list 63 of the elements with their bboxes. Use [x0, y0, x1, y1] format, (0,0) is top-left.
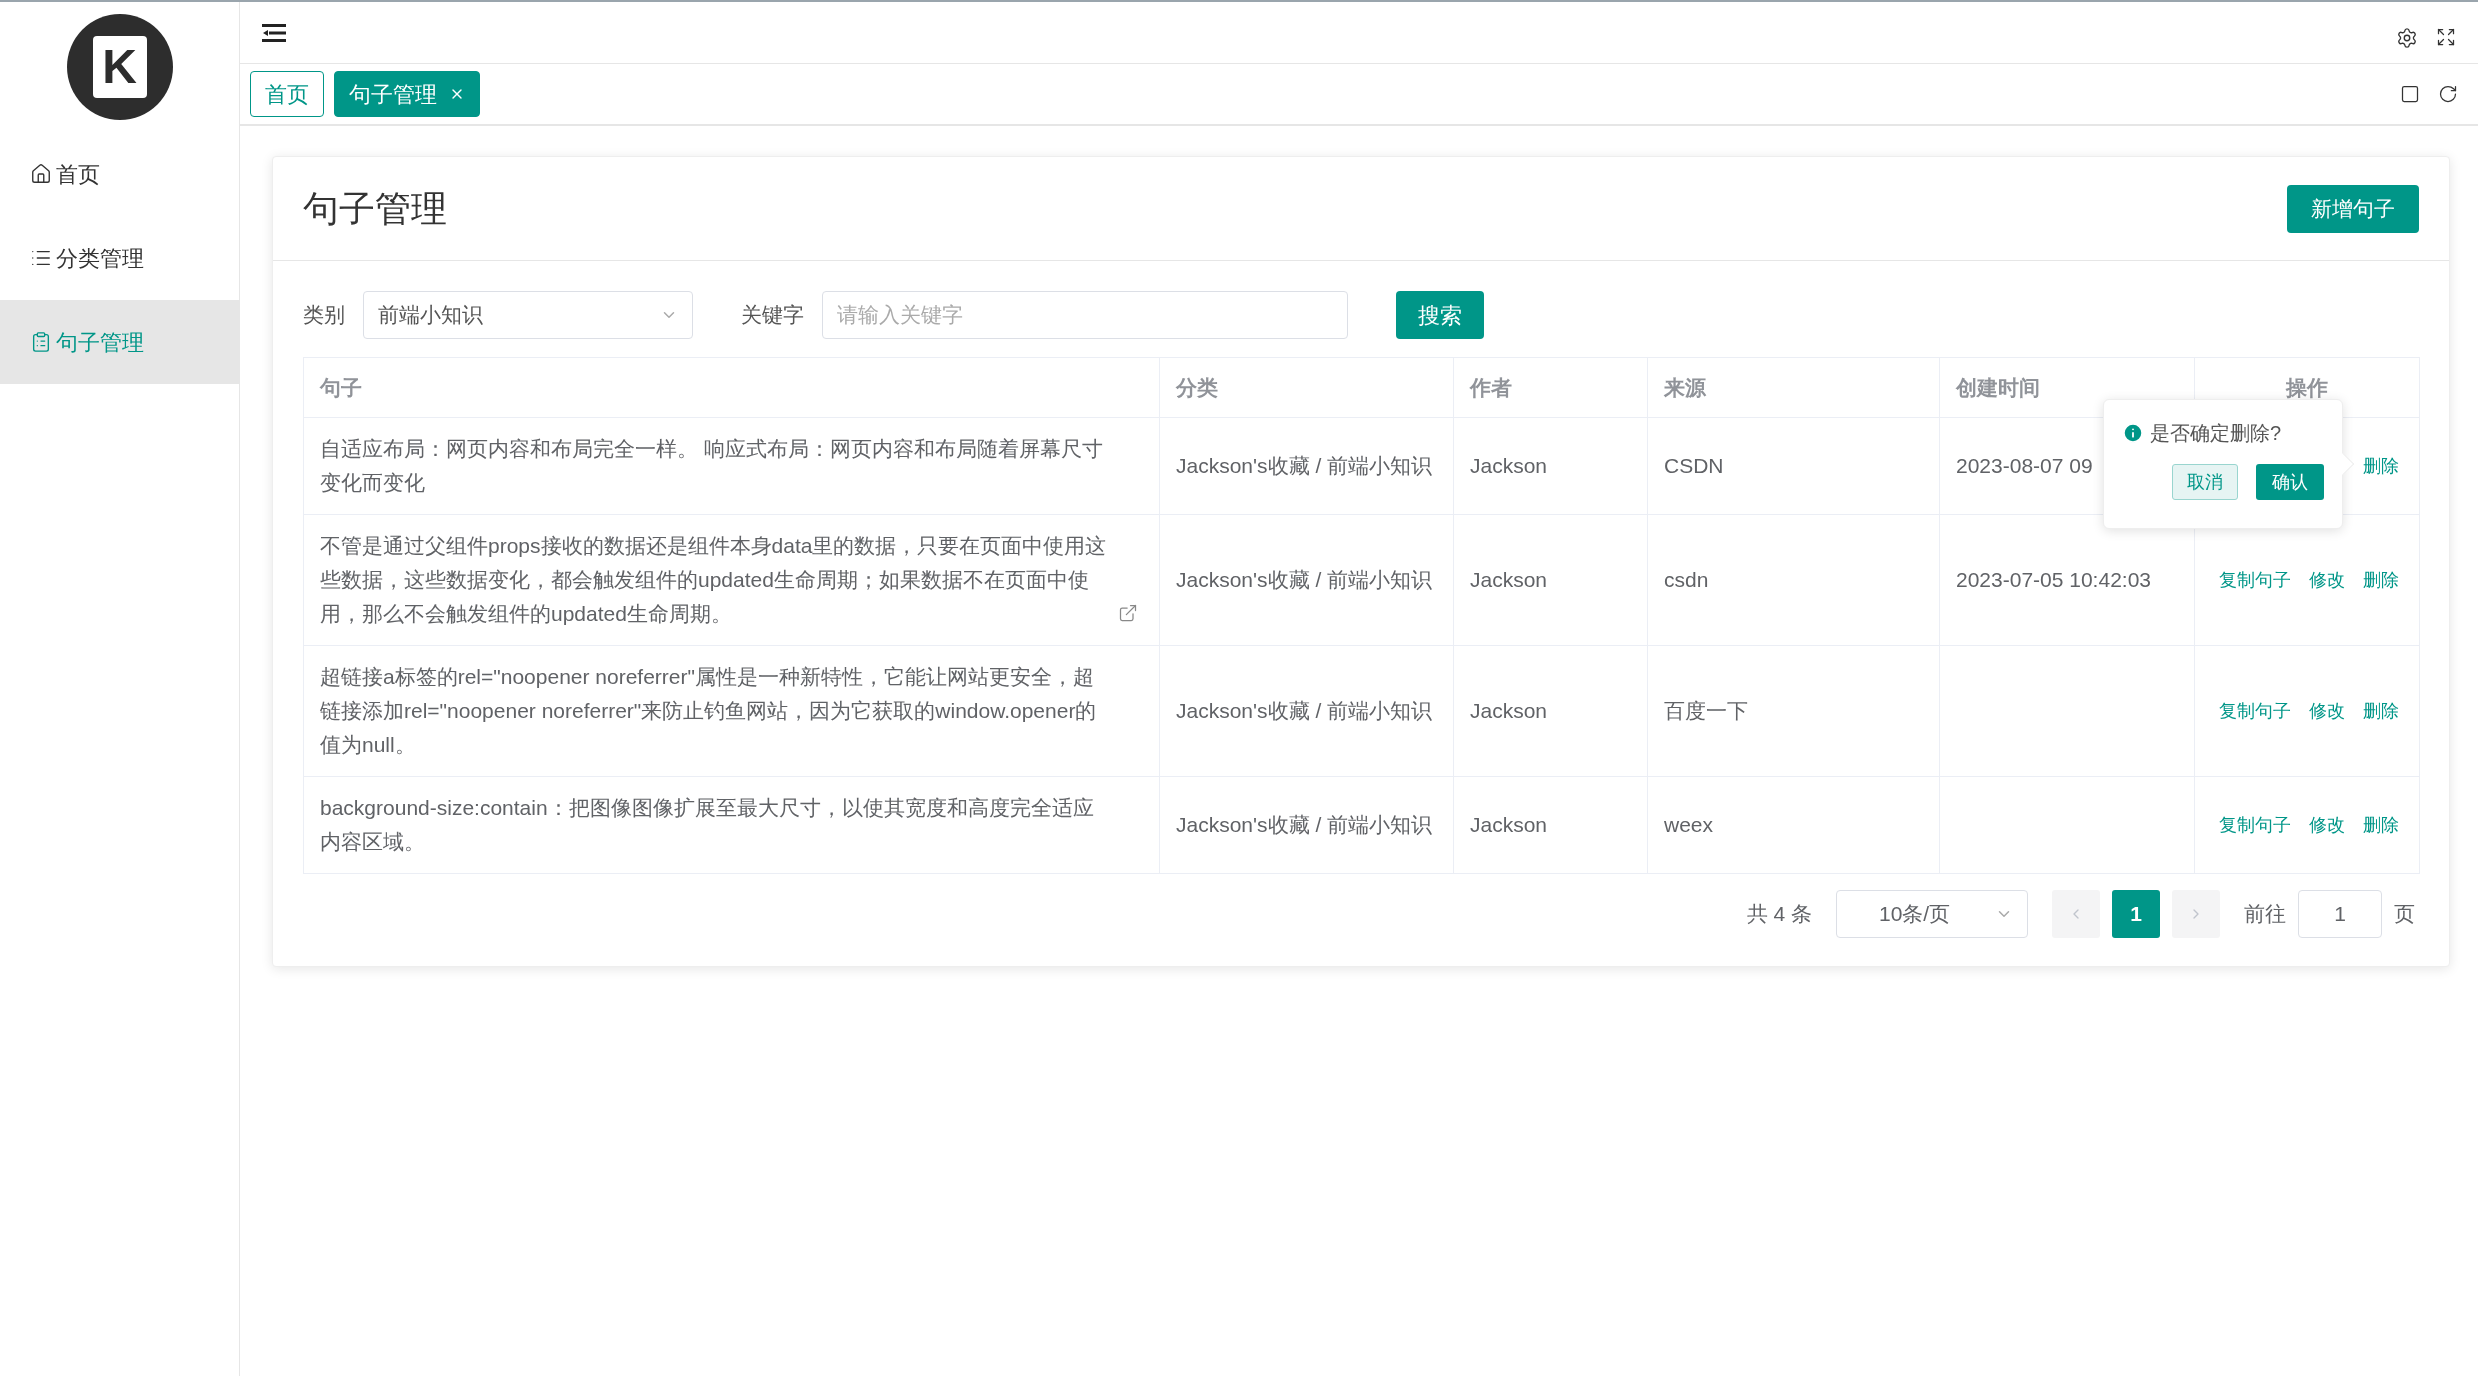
- author-text: Jackson: [1470, 699, 1548, 723]
- action-link[interactable]: 修改: [2309, 697, 2345, 725]
- action-link[interactable]: 复制句子: [2219, 697, 2291, 725]
- search-button[interactable]: 搜索: [1396, 291, 1484, 339]
- fullscreen-icon[interactable]: [2436, 26, 2456, 47]
- column-header: 句子: [303, 357, 1160, 418]
- keyword-input[interactable]: 请输入关键字: [822, 291, 1348, 339]
- goto-suffix: 页: [2394, 901, 2415, 928]
- frame-icon[interactable]: [2400, 84, 2420, 104]
- action-link[interactable]: 复制句子: [2219, 566, 2291, 594]
- action-link[interactable]: 复制句子: [2219, 811, 2291, 839]
- category-text: Jackson's收藏 / 前端小知识: [1176, 699, 1433, 722]
- author-text: Jackson: [1470, 454, 1548, 478]
- action-link[interactable]: 删除: [2363, 566, 2399, 594]
- source-text: csdn: [1664, 568, 1709, 592]
- sidebar-item[interactable]: 分类管理: [0, 216, 239, 300]
- sentence-text: 自适应布局：网页内容和布局完全一样。 响应式布局：网页内容和布局随着屏幕尺寸变化而变化: [320, 436, 1104, 496]
- action-link[interactable]: 修改: [2309, 566, 2345, 594]
- category-select[interactable]: 前端小知识: [363, 291, 693, 339]
- menu-icon[interactable]: [262, 22, 286, 43]
- tab[interactable]: 句子管理: [334, 71, 480, 117]
- source-text: CSDN: [1664, 454, 1724, 478]
- cancel-button[interactable]: 取消: [2172, 464, 2238, 500]
- page-title: 句子管理: [303, 186, 447, 231]
- settings-icon[interactable]: [2396, 26, 2418, 49]
- filter-label: 类别: [303, 302, 345, 329]
- add-button[interactable]: 新增句子: [2287, 184, 2419, 233]
- clipboard-icon: [30, 331, 52, 353]
- action-link[interactable]: 修改: [2309, 811, 2345, 839]
- action-link[interactable]: 删除: [2363, 452, 2399, 480]
- goto-label: 前往: [2244, 901, 2286, 928]
- action-link[interactable]: 删除: [2363, 811, 2399, 839]
- page-button[interactable]: 1: [2112, 890, 2160, 938]
- action-link[interactable]: 删除: [2363, 697, 2399, 725]
- tab[interactable]: 首页: [250, 71, 324, 117]
- total-count: 共 4 条: [1746, 901, 1812, 928]
- created-time: 2023-07-05 10:42:03: [1956, 568, 2151, 592]
- category-text: Jackson's收藏 / 前端小知识: [1176, 813, 1433, 836]
- column-header: 来源: [1647, 357, 1940, 418]
- goto-input[interactable]: 1: [2298, 890, 2382, 938]
- filter-label: 关键字: [741, 302, 804, 329]
- page-size-select[interactable]: 10条/页: [1836, 890, 2028, 938]
- column-header: 作者: [1453, 357, 1648, 418]
- category-text: Jackson's收藏 / 前端小知识: [1176, 454, 1433, 477]
- confirm-button[interactable]: 确认: [2256, 464, 2324, 500]
- category-text: Jackson's收藏 / 前端小知识: [1176, 568, 1433, 591]
- logo: K: [66, 14, 173, 120]
- popover-message: 是否确定删除?: [2150, 421, 2282, 446]
- source-text: weex: [1664, 813, 1714, 837]
- column-header: 分类: [1159, 357, 1454, 418]
- refresh-icon[interactable]: [2438, 84, 2458, 104]
- sentence-text: 超链接a标签的rel="noopener noreferrer"属性是一种新特性，它能让网站更安全，超链接添加rel="noopener noreferrer"来防止钓鱼网站，因为它获取的window.opener的值为null。: [320, 664, 1098, 758]
- sentence-text: background-size:contain：把图像图像扩展至最大尺寸，以使其宽度和高度完全适应内容区域。: [320, 795, 1095, 855]
- author-text: Jackson: [1470, 813, 1548, 837]
- sentence-text: 不管是通过父组件props接收的数据还是组件本身data里的数据，只要在页面中使用这些数据，这些数据变化，都会触发组件的updated生命周期；如果数据不在页面中使用，那么不会触发组件的updated生命周期。: [320, 533, 1108, 627]
- info-icon: [2122, 422, 2144, 444]
- author-text: Jackson: [1470, 568, 1548, 592]
- home-icon: [30, 163, 52, 185]
- created-time: 2023-08-07 09: [1956, 454, 2093, 478]
- source-text: 百度一下: [1664, 699, 1748, 723]
- sidebar-item[interactable]: 句子管理: [0, 300, 239, 384]
- external-link-icon[interactable]: [1118, 603, 1138, 623]
- sidebar-item[interactable]: 首页: [0, 132, 239, 216]
